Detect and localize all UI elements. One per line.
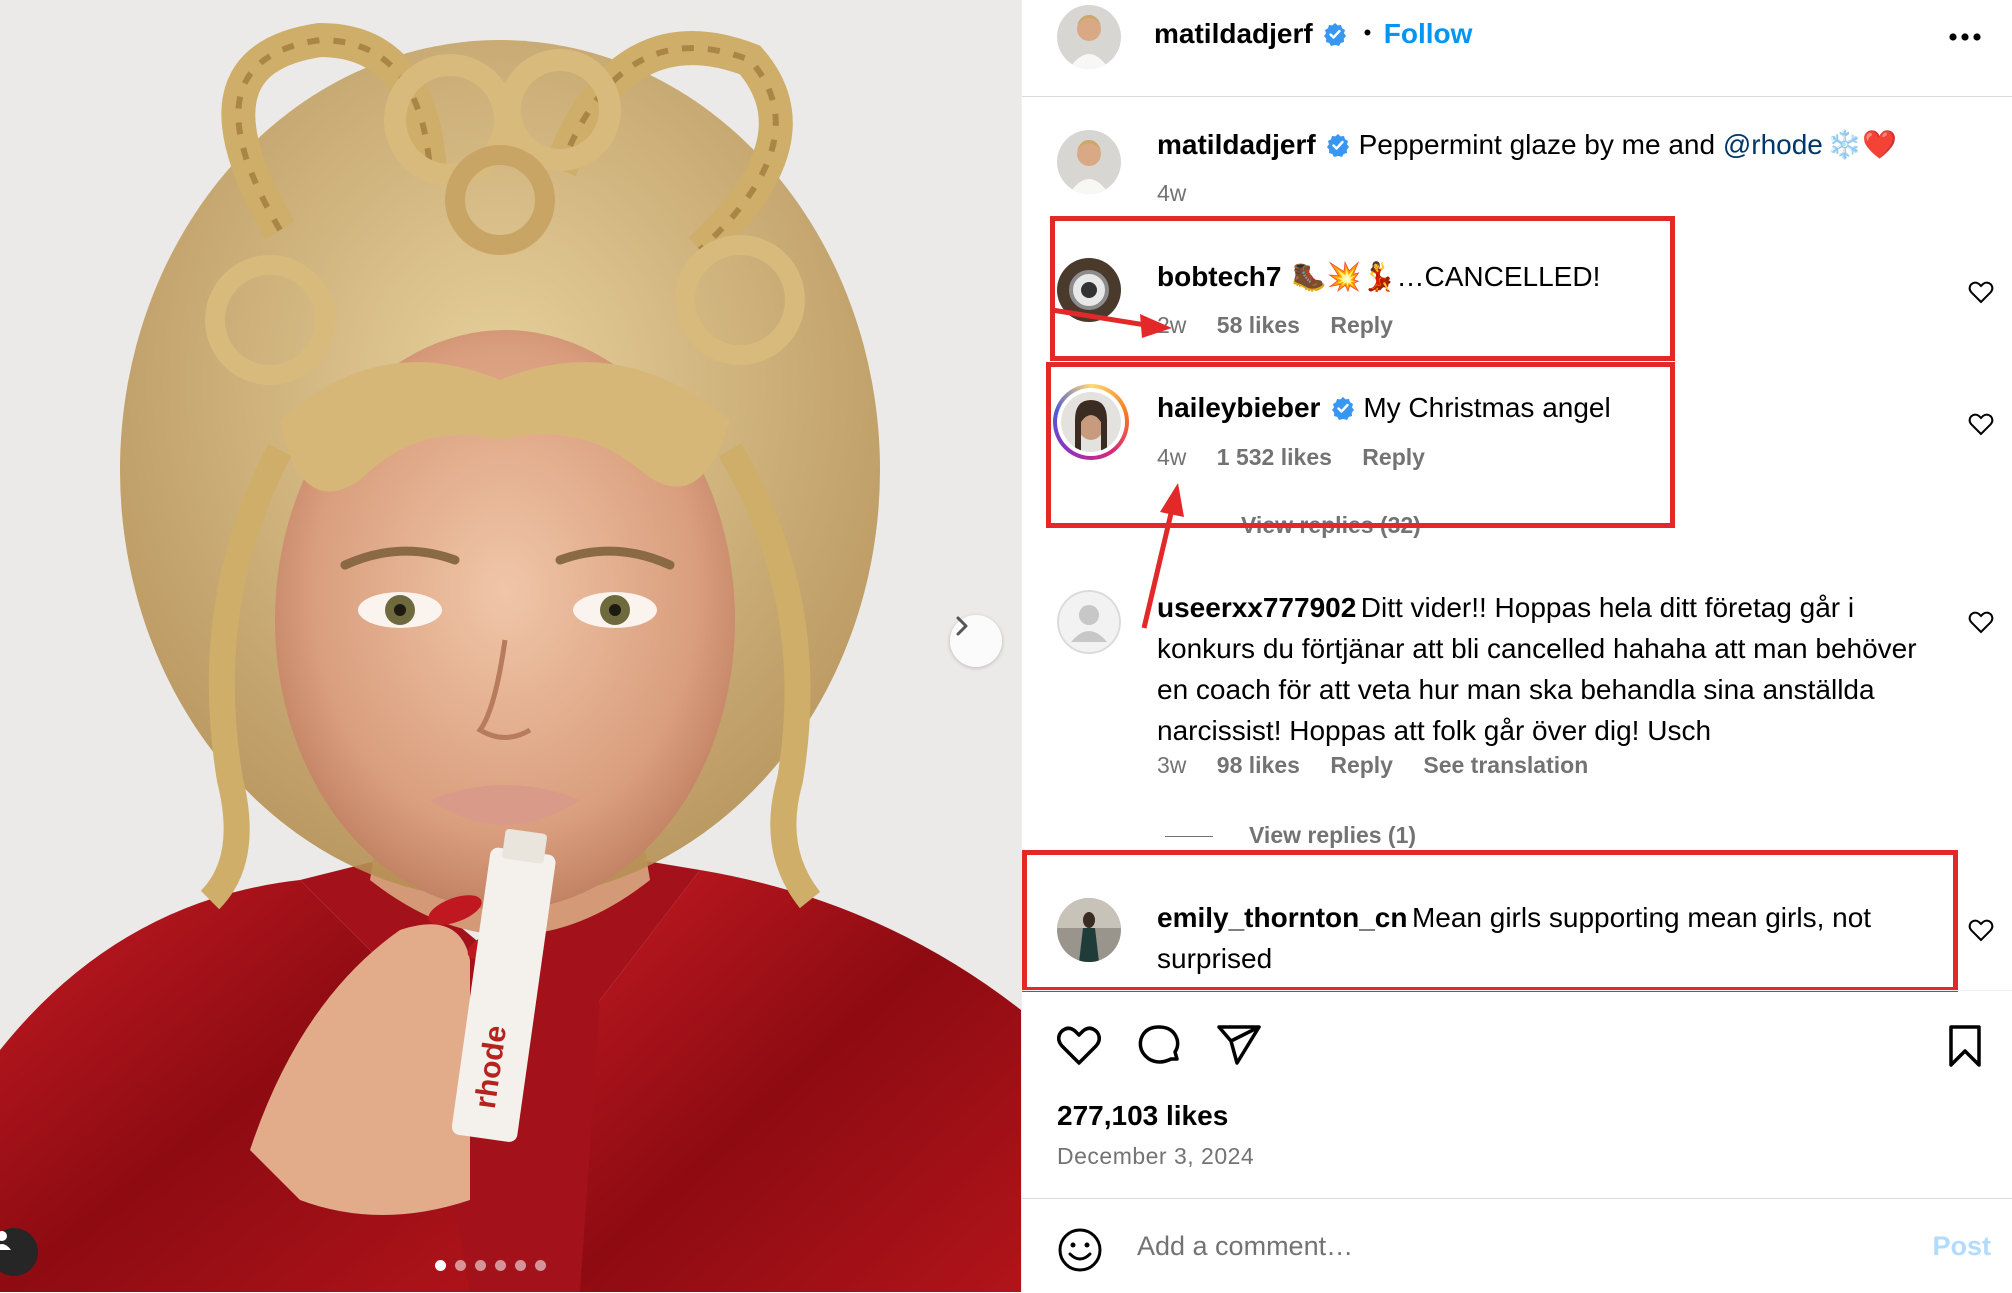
see-translation-button[interactable]: See translation [1423, 752, 1588, 778]
like-comment-heart-icon[interactable] [1967, 916, 1995, 944]
next-slide-button[interactable] [950, 615, 1002, 667]
chevron-right-icon [956, 616, 968, 636]
post-comment-button[interactable]: Post [1932, 1231, 1991, 1262]
user-tag-icon [0, 1231, 11, 1250]
add-comment-bar: Add a comment… Post [1022, 1198, 2012, 1293]
comment-likes[interactable]: 98 likes [1217, 752, 1300, 778]
carousel-dot [455, 1260, 466, 1271]
add-comment-input[interactable]: Add a comment… [1137, 1231, 1353, 1262]
emoji-icon[interactable] [1057, 1227, 1103, 1273]
share-icon[interactable] [1215, 1021, 1263, 1069]
carousel-dot [435, 1260, 446, 1271]
carousel-dot [495, 1260, 506, 1271]
carousel-indicator [435, 1260, 546, 1271]
comment-time[interactable]: 3w [1157, 752, 1186, 778]
annotation-box [1022, 850, 1958, 992]
post-panel: matildadjerf • Follow matildadjerf Peppe… [1021, 0, 2012, 1292]
annotation-arrowhead [1160, 483, 1184, 517]
save-bookmark-icon[interactable] [1941, 1021, 1989, 1069]
divider [1165, 836, 1213, 838]
annotation-arrow [1141, 504, 1176, 629]
post-photo: rhode [0, 0, 1021, 1292]
carousel-dot [515, 1260, 526, 1271]
annotation-arrow [1051, 307, 1172, 338]
action-bar [1022, 990, 2012, 1071]
post-date[interactable]: December 3, 2024 [1057, 1143, 1254, 1170]
reply-button[interactable]: Reply [1330, 752, 1393, 778]
view-replies-button[interactable]: View replies (1) [1165, 822, 1416, 849]
view-replies-label: View replies (1) [1249, 822, 1417, 848]
comment-icon[interactable] [1135, 1021, 1183, 1069]
carousel-dot [475, 1260, 486, 1271]
carousel-dot [535, 1260, 546, 1271]
likes-count[interactable]: 277,103 likes [1057, 1100, 1228, 1132]
post-media[interactable]: rhode [0, 0, 1021, 1292]
like-heart-icon[interactable] [1055, 1021, 1103, 1069]
annotation-arrows [1051, 307, 1184, 629]
